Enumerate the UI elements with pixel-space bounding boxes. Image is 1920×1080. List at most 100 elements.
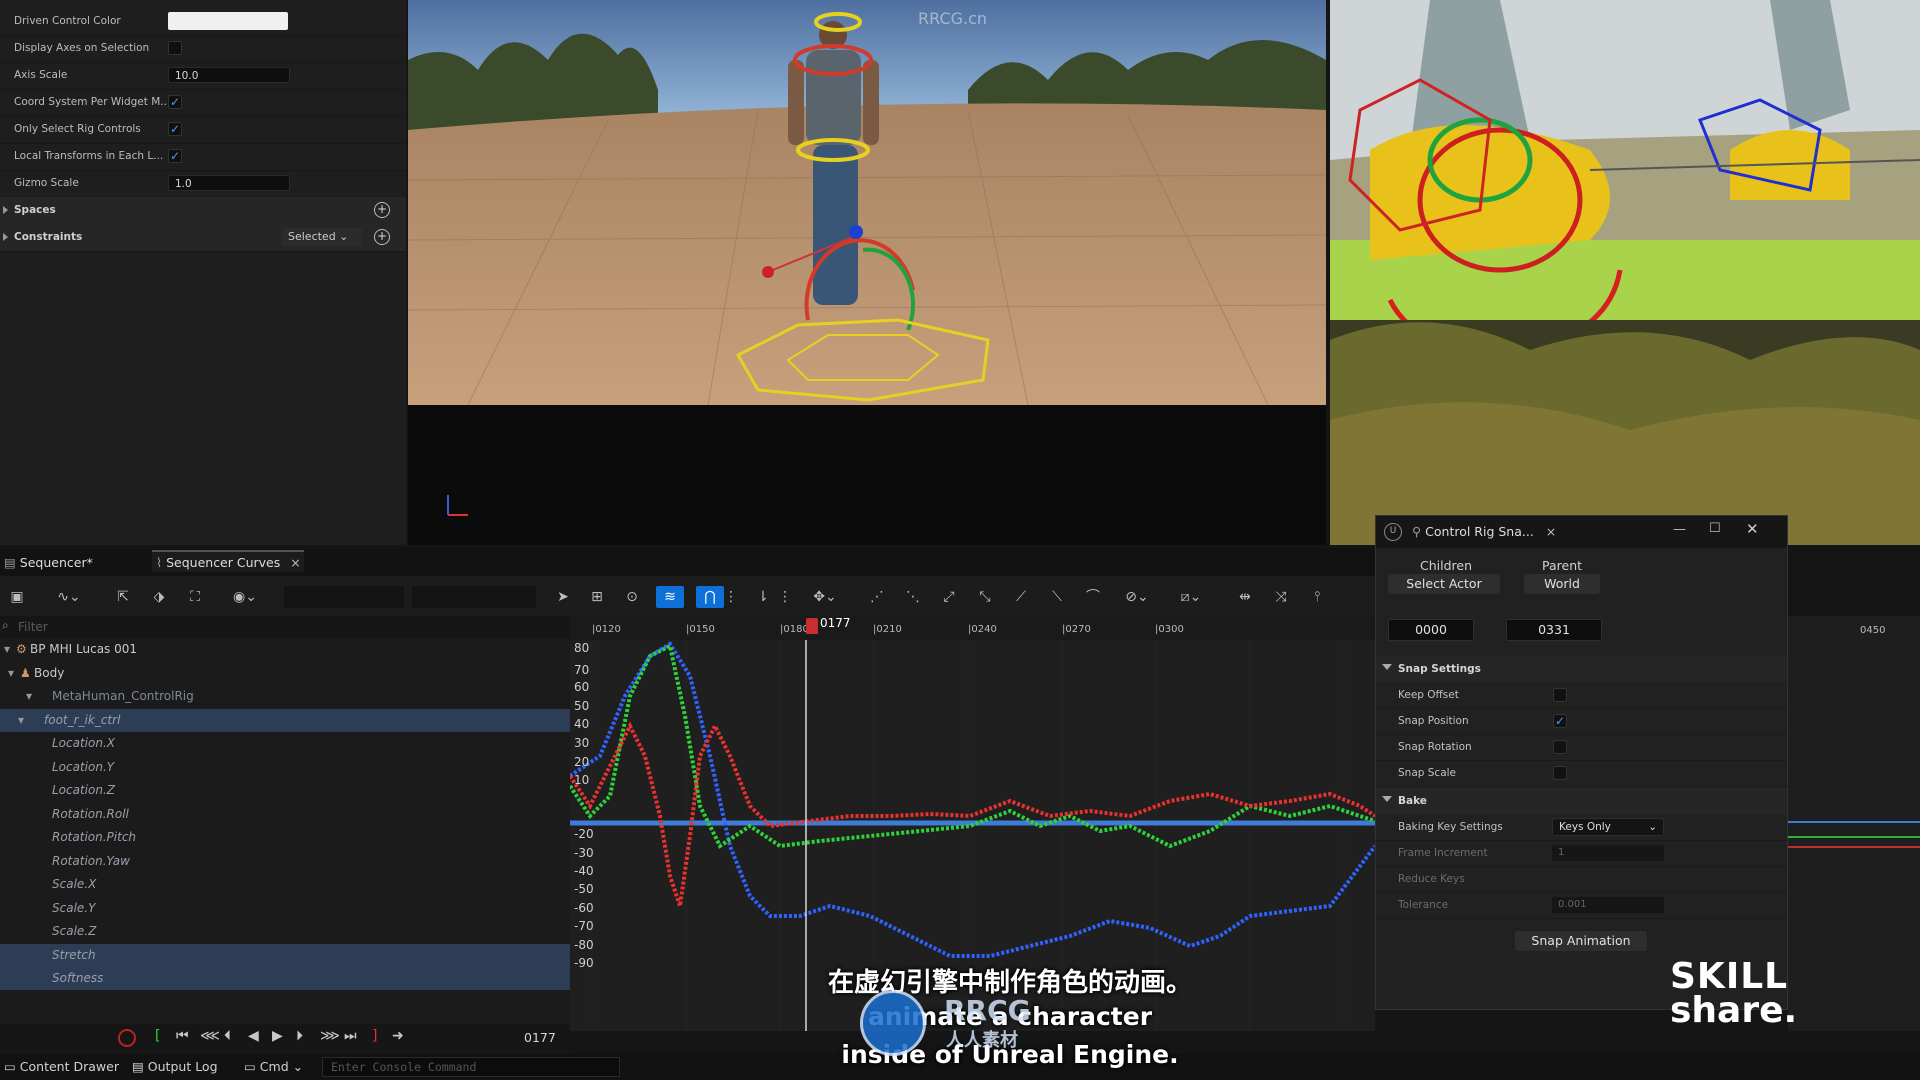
curve-channel-row[interactable]: Scale.Y	[0, 897, 570, 920]
close-window-icon[interactable]: ✕	[1746, 520, 1759, 538]
save-icon[interactable]: ▣	[6, 586, 28, 608]
tab-sequencer[interactable]: ▤ Sequencer*	[4, 552, 93, 574]
next-key-icon[interactable]: ⋙	[320, 1028, 340, 1044]
curve-channel-row[interactable]: Rotation.Pitch	[0, 826, 570, 849]
blue-curve[interactable]	[570, 641, 1375, 958]
baking-key-select[interactable]: Keys Only ⌄	[1552, 818, 1664, 836]
start-frame-input[interactable]: 0000	[1388, 619, 1474, 641]
close-icon[interactable]: ×	[1546, 524, 1556, 539]
snap-settings-section[interactable]: Snap Settings	[1376, 656, 1787, 682]
content-drawer-button[interactable]: ▭ Content Drawer	[4, 1059, 119, 1074]
time-field-2[interactable]	[412, 586, 536, 608]
snap-scale-checkbox[interactable]	[1553, 766, 1567, 780]
straighten-icon[interactable]: ⌒	[1082, 586, 1104, 608]
jump-start-icon[interactable]: ⏮	[176, 1028, 189, 1044]
select-icon[interactable]: ⇱	[112, 586, 134, 608]
expand-arrow-icon[interactable]: ▾	[8, 662, 14, 685]
bake-icon[interactable]: ⤨	[1270, 586, 1292, 608]
pointer-tool-icon[interactable]: ➤	[552, 586, 574, 608]
filter-icon[interactable]: ⇂	[752, 586, 774, 608]
tangent-constant-icon[interactable]: ⟋	[1010, 586, 1032, 608]
normalize-icon[interactable]: ⧄⌄	[1172, 586, 1210, 608]
driven-control-color-swatch[interactable]	[168, 12, 288, 30]
curve-channel-row[interactable]: Softness	[0, 967, 570, 990]
tangent-break-icon[interactable]: ⤢	[938, 586, 960, 608]
tangent-linear-icon[interactable]: ⤡	[974, 586, 996, 608]
time-field-1[interactable]	[284, 586, 404, 608]
filter-bar[interactable]: ⌕ Filter	[0, 616, 570, 638]
tangent-auto-icon[interactable]: ⋰	[866, 586, 888, 608]
curve-channel-row[interactable]: Location.Y	[0, 756, 570, 779]
more-icon[interactable]: ⋮	[778, 586, 792, 608]
record-icon[interactable]	[118, 1029, 136, 1047]
cmd-button[interactable]: ▭ Cmd ⌄	[244, 1059, 303, 1074]
curve-mode-icon[interactable]: ∿⌄	[50, 586, 88, 608]
transport-frame[interactable]: 0177	[524, 1030, 556, 1045]
frame-increment-input[interactable]: 1	[1552, 845, 1664, 861]
range-end-icon[interactable]: ]	[372, 1028, 377, 1044]
graph-icon[interactable]: ⫯	[1306, 586, 1328, 608]
only-select-rig-checkbox[interactable]: ✓	[168, 122, 182, 136]
playhead-handle[interactable]	[806, 618, 818, 634]
snapper-tab[interactable]: ⚲ Control Rig Sna... ×	[1412, 524, 1556, 539]
outliner-row[interactable]: ▾ MetaHuman_ControlRig	[0, 685, 570, 708]
retime-tool-icon[interactable]: ⊙	[621, 586, 643, 608]
tangent-user-icon[interactable]: ⋱	[902, 586, 924, 608]
close-icon[interactable]: ×	[290, 555, 300, 570]
curve-channel-row[interactable]: Location.X	[0, 732, 570, 755]
curve-channel-row[interactable]: Scale.X	[0, 873, 570, 896]
expand-arrow-icon[interactable]	[3, 206, 8, 214]
snap-rotation-checkbox[interactable]	[1553, 740, 1567, 754]
bake-section[interactable]: Bake	[1376, 788, 1787, 814]
curve-channel-row[interactable]: Scale.Z	[0, 920, 570, 943]
distribute-icon[interactable]: ⇹	[1234, 586, 1256, 608]
add-space-icon[interactable]: +	[374, 202, 390, 218]
range-start-icon[interactable]: [	[155, 1028, 160, 1044]
tolerance-input[interactable]: 0.001	[1552, 897, 1664, 913]
expand-arrow-icon[interactable]	[3, 233, 8, 241]
outliner-row[interactable]: ▾ ♟ Body	[0, 662, 570, 685]
outliner-row[interactable]: ▾ ⚙ BP MHI Lucas 001	[0, 638, 570, 661]
snap-animation-button[interactable]: Snap Animation	[1515, 931, 1647, 951]
next-frame-icon[interactable]: ⏵	[296, 1028, 303, 1044]
play-icon[interactable]: ▶	[272, 1028, 283, 1044]
time-ruler[interactable]: |0120 |0150 |0180 |0210 |0240 |0270 |0300 0177	[570, 616, 1375, 640]
view-options-icon[interactable]: ◉⌄	[226, 586, 264, 608]
expand-arrow-icon[interactable]: ▾	[26, 685, 32, 708]
axis-scale-input[interactable]: 10.0	[168, 67, 290, 83]
keep-offset-checkbox[interactable]	[1553, 688, 1567, 702]
flatten-icon[interactable]: ⟍	[1046, 586, 1068, 608]
curve-options-icon[interactable]: ⊘⌄	[1118, 586, 1156, 608]
expand-arrow-icon[interactable]: ▾	[18, 709, 24, 732]
add-constraint-icon[interactable]: +	[374, 229, 390, 245]
expand-arrow-icon[interactable]: ▾	[4, 638, 10, 661]
gizmo-scale-input[interactable]: 1.0	[168, 175, 290, 191]
minimize-icon[interactable]: —	[1673, 522, 1686, 537]
collapse-arrow-icon[interactable]	[1382, 664, 1392, 670]
filter-input[interactable]: Filter	[18, 620, 48, 634]
console-input[interactable]: Enter Console Command	[322, 1057, 620, 1077]
constraints-select[interactable]: Selected ⌄	[282, 228, 362, 246]
display-axes-checkbox[interactable]	[168, 41, 182, 55]
coord-system-checkbox[interactable]: ✓	[168, 95, 182, 109]
loop-icon[interactable]: ➜	[392, 1028, 404, 1044]
snapper-titlebar[interactable]: U ⚲ Control Rig Sna... × — ☐ ✕	[1376, 516, 1787, 548]
more-icon[interactable]: ⋮	[724, 586, 738, 608]
curve-channel-row[interactable]: Rotation.Roll	[0, 803, 570, 826]
transform-tool-icon[interactable]: ⊞	[586, 586, 608, 608]
maximize-icon[interactable]: ☐	[1709, 521, 1721, 536]
world-button[interactable]: World	[1524, 574, 1600, 594]
main-viewport[interactable]: RRCG.cn	[408, 0, 1326, 405]
jump-end-icon[interactable]: ⏭	[344, 1028, 357, 1044]
prev-key-icon[interactable]: ⋘	[200, 1028, 220, 1044]
spaces-section[interactable]: Spaces +	[0, 197, 406, 225]
prev-frame-icon[interactable]: ⏴	[224, 1028, 231, 1044]
reverse-play-icon[interactable]: ◀	[248, 1028, 259, 1044]
output-log-button[interactable]: ▤ Output Log	[132, 1059, 218, 1074]
collapse-arrow-icon[interactable]	[1382, 796, 1392, 802]
constraints-section[interactable]: Constraints Selected ⌄ +	[0, 224, 406, 252]
outliner-row[interactable]: ▾ foot_r_ik_ctrl	[0, 708, 570, 732]
end-frame-input[interactable]: 0331	[1506, 619, 1602, 641]
local-transforms-checkbox[interactable]: ✓	[168, 149, 182, 163]
snap-position-checkbox[interactable]: ✓	[1553, 714, 1567, 728]
